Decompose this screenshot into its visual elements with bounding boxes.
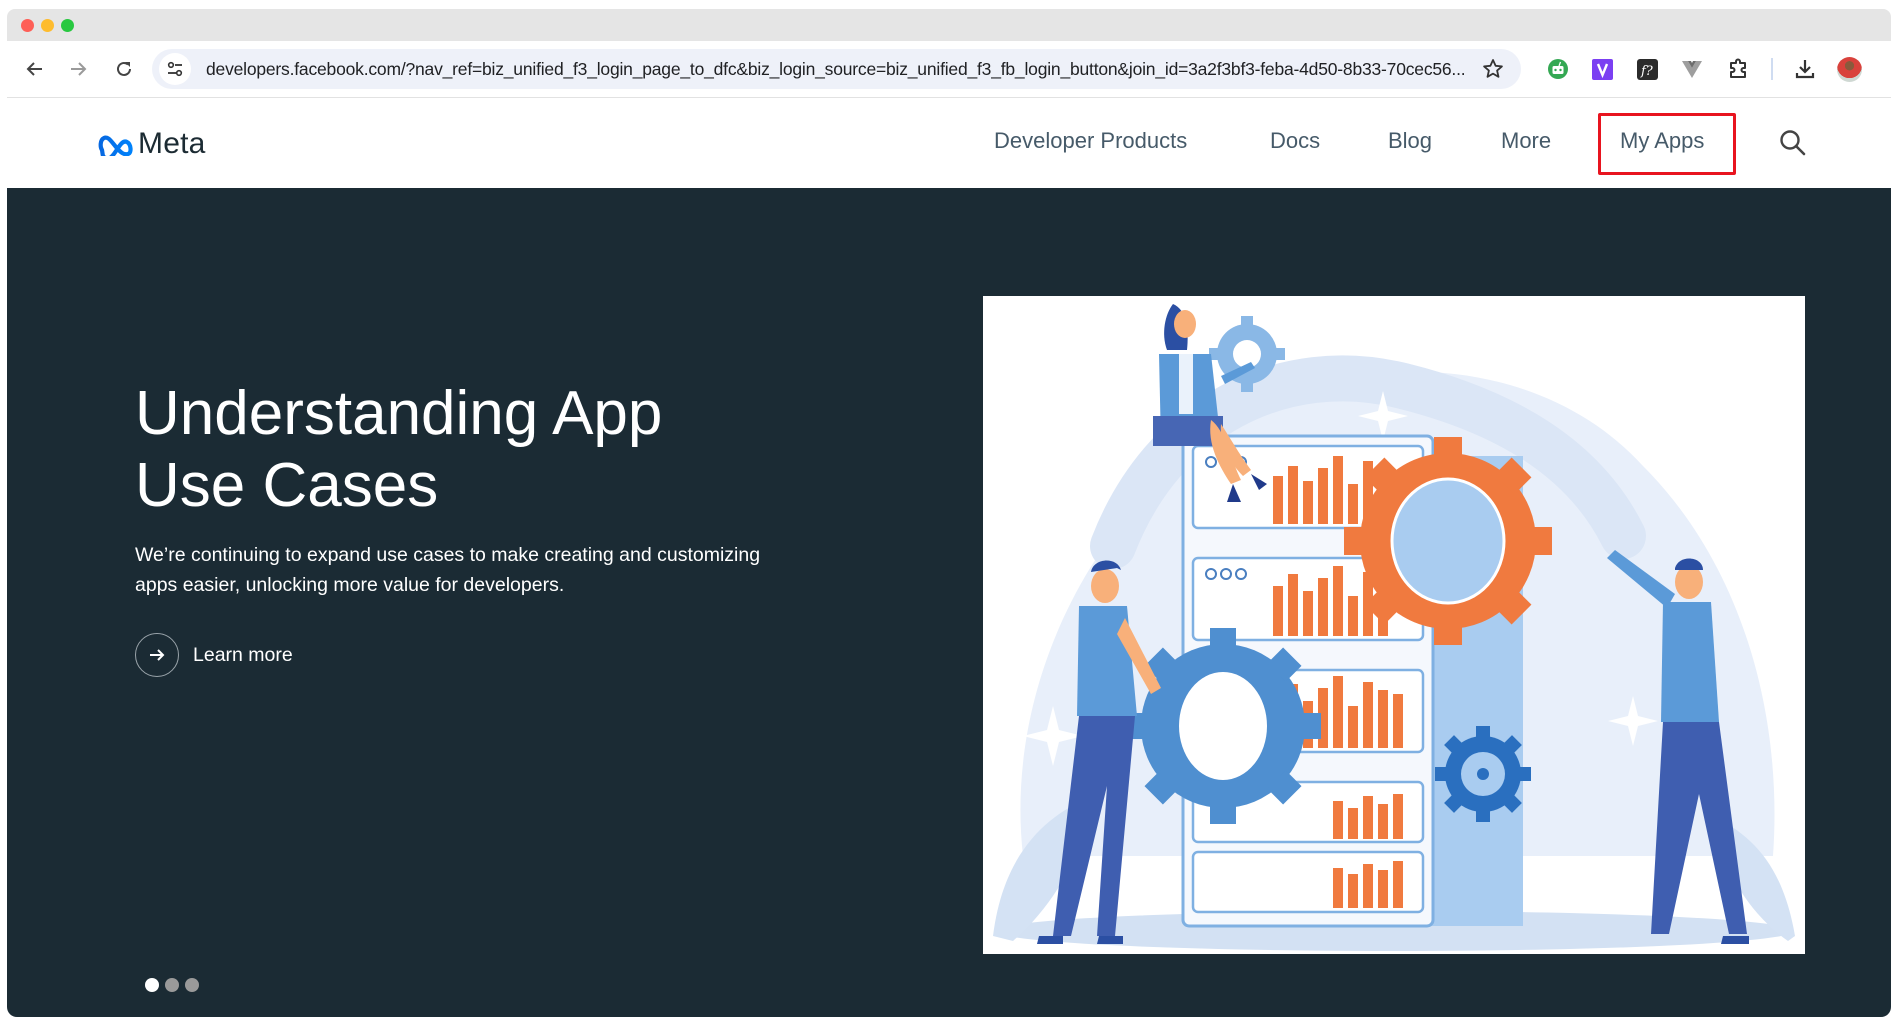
bookmark-star-icon[interactable]: [1481, 57, 1505, 81]
f-question-extension-icon[interactable]: f?: [1635, 57, 1659, 81]
minimize-window-button[interactable]: [41, 19, 54, 32]
back-button[interactable]: [21, 55, 49, 83]
hero-description: We’re continuing to expand use cases to …: [135, 544, 761, 596]
carousel-dots: [145, 978, 199, 992]
arrow-left-icon: [26, 62, 42, 76]
search-icon: [1780, 130, 1806, 156]
nav-blog[interactable]: Blog: [1388, 128, 1432, 154]
vue-devtools-icon[interactable]: [1680, 57, 1704, 81]
arrow-right-icon: [71, 62, 87, 76]
tune-icon: [167, 61, 183, 77]
site-header: Meta Developer Products Docs Blog More M…: [7, 98, 1891, 188]
carousel-dot-1[interactable]: [145, 978, 159, 992]
nav-more[interactable]: More: [1501, 128, 1551, 154]
toolbar-divider: [1771, 58, 1773, 80]
site-settings-button[interactable]: [159, 53, 191, 85]
v-extension-icon[interactable]: [1590, 57, 1614, 81]
browser-title-bar: [7, 9, 1891, 41]
my-apps-highlight-box: [1598, 113, 1736, 175]
robot-extension-icon[interactable]: [1546, 57, 1570, 81]
maximize-window-button[interactable]: [61, 19, 74, 32]
learn-more-link[interactable]: Learn more: [135, 633, 293, 677]
puzzle-extensions-icon[interactable]: [1726, 57, 1750, 81]
server-gears-illustration: [993, 304, 1795, 951]
download-button[interactable]: [1793, 57, 1817, 81]
learn-more-label: Learn more: [193, 643, 293, 666]
forward-button[interactable]: [64, 55, 92, 83]
url-text[interactable]: developers.facebook.com/?nav_ref=biz_uni…: [206, 59, 1466, 80]
browser-toolbar: developers.facebook.com/?nav_ref=biz_uni…: [7, 41, 1891, 98]
close-window-button[interactable]: [21, 19, 34, 32]
nav-docs[interactable]: Docs: [1270, 128, 1320, 154]
search-button[interactable]: [1778, 128, 1808, 158]
arrow-right-icon: [150, 649, 165, 661]
hero-banner: Understanding App Use Cases We’re contin…: [7, 188, 1891, 1017]
hero-title: Understanding App Use Cases: [135, 379, 663, 520]
meta-logo[interactable]: Meta: [97, 127, 206, 161]
reload-icon: [117, 61, 131, 76]
logo-text: Meta: [138, 127, 206, 160]
reload-button[interactable]: [110, 55, 138, 83]
meta-infinity-icon: [98, 135, 133, 156]
carousel-dot-2[interactable]: [165, 978, 179, 992]
carousel-dot-3[interactable]: [185, 978, 199, 992]
address-bar[interactable]: developers.facebook.com/?nav_ref=biz_uni…: [152, 49, 1521, 89]
download-icon: [1795, 60, 1815, 79]
nav-developer-products[interactable]: Developer Products: [994, 128, 1187, 154]
learn-more-arrow-button[interactable]: [135, 633, 179, 677]
svg-text:f?: f?: [1640, 64, 1654, 79]
profile-avatar[interactable]: [1837, 57, 1862, 82]
hero-illustration: [983, 296, 1805, 954]
